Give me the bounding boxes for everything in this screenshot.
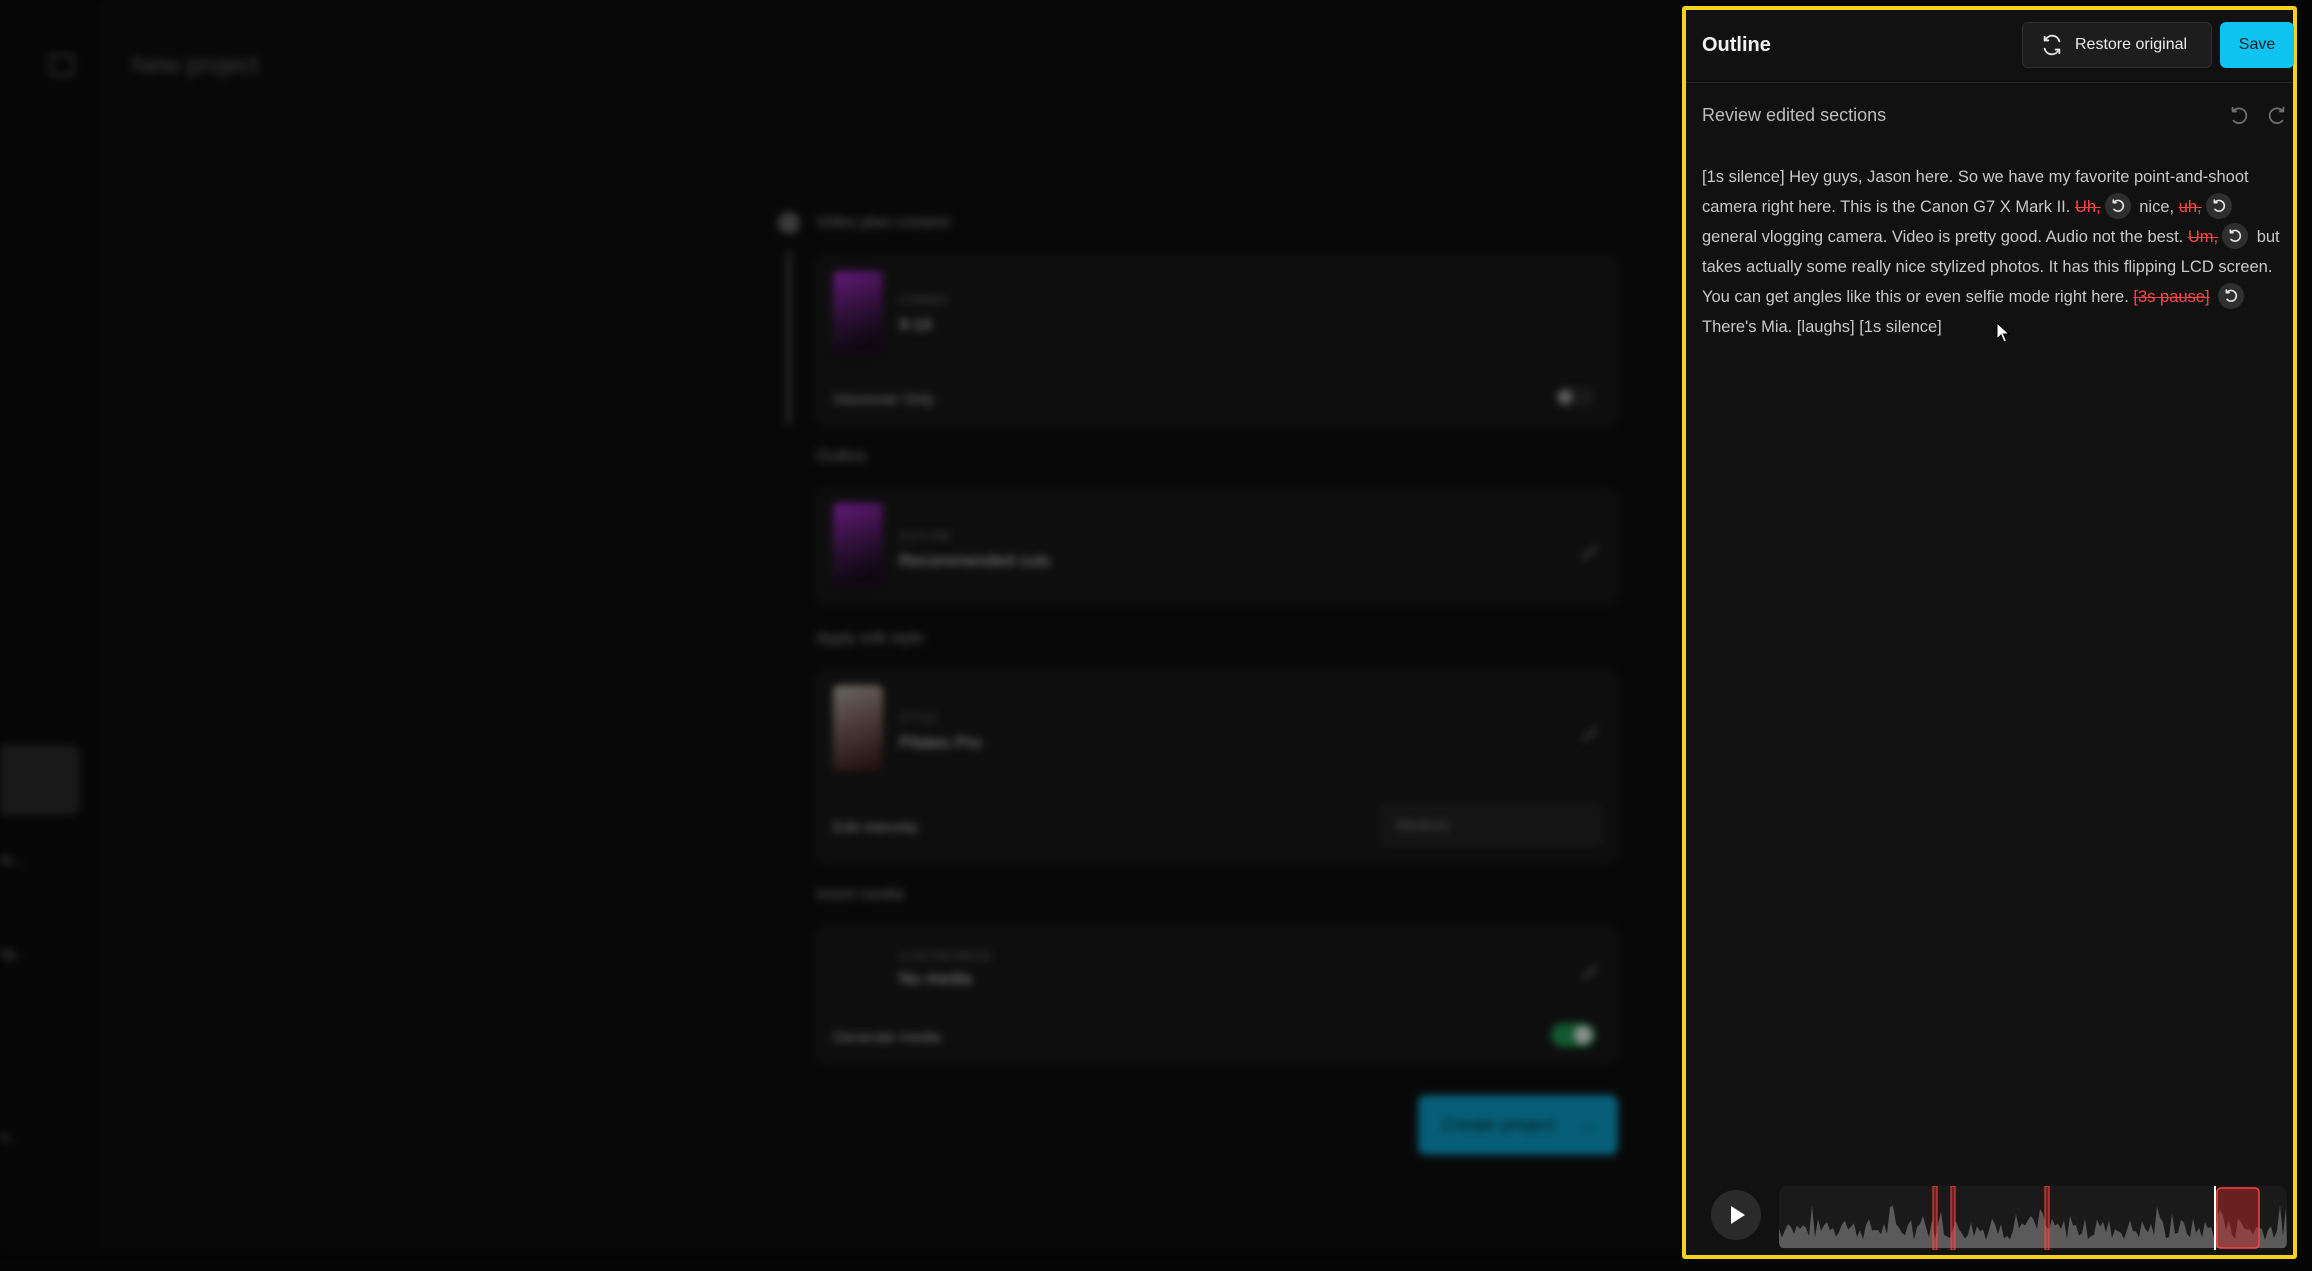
main-content: [100, 0, 1682, 1250]
undo-icon: [2213, 198, 2225, 212]
card-row-label: Voiceover Only: [833, 391, 934, 408]
media-card: CUSTOM MEDIA No media Generate media: [816, 926, 1618, 1062]
card-value: Pilates Pro: [899, 733, 982, 752]
edit-pencil-icon[interactable]: [1570, 531, 1598, 560]
restore-segment-button[interactable]: [2218, 282, 2245, 309]
restore-segment-button[interactable]: [2205, 192, 2232, 219]
removed-pause[interactable]: [3s pause]: [2133, 288, 2209, 306]
removed-filler-word[interactable]: Um,: [2188, 228, 2218, 246]
card-key: FORMAT: [899, 293, 949, 307]
undo-icon: [2225, 288, 2238, 302]
cut-region[interactable]: [2216, 1187, 2260, 1249]
cut-marker[interactable]: [2044, 1186, 2050, 1250]
card-value: Recommended cuts: [899, 551, 1051, 570]
card-key: CUSTOM MEDIA: [899, 949, 993, 963]
card-key: OUTLINE: [899, 529, 952, 543]
transcript-text: [1s silence] Hey guys, Jason here. So we…: [1702, 162, 2292, 342]
play-button[interactable]: [1711, 1190, 1761, 1240]
undo-icon[interactable]: [2228, 105, 2250, 127]
restore-original-label: Restore original: [2075, 36, 2188, 53]
redo-icon[interactable]: [2266, 105, 2288, 127]
waveform-shape: [1779, 1204, 2287, 1248]
step-check-icon: [778, 212, 800, 234]
step-label: Apply edit style: [816, 630, 924, 647]
outline-card: OUTLINE Recommended cuts: [816, 490, 1618, 604]
step-connector: [787, 252, 791, 424]
step-label: Outline: [816, 448, 867, 465]
create-project-button[interactable]: Create project →: [1418, 1095, 1618, 1155]
step-label: Insert media: [816, 886, 905, 903]
sidebar-item-label[interactable]: lo...: [0, 852, 26, 870]
sidebar-item-label[interactable]: rg...: [0, 945, 28, 963]
edit-pencil-icon[interactable]: [1570, 713, 1598, 742]
page-title: New project: [132, 52, 259, 79]
refresh-icon: [2043, 34, 2061, 56]
restore-segment-button[interactable]: [2222, 222, 2249, 249]
transcript-segment: general vlogging camera. Video is pretty…: [1702, 228, 2184, 246]
restore-original-button[interactable]: Restore original: [2022, 22, 2212, 68]
video-thumbnail: [833, 271, 883, 357]
card-key: STYLE: [899, 711, 938, 725]
mouse-cursor-icon: [1996, 322, 2011, 343]
undo-icon: [2229, 228, 2242, 242]
undo-icon: [2112, 198, 2124, 212]
removed-filler-word[interactable]: uh,: [2179, 198, 2202, 216]
arrow-right-icon: →: [1578, 1115, 1596, 1135]
edit-pencil-icon[interactable]: [1570, 951, 1598, 980]
card-value: 9:16: [899, 315, 933, 334]
save-button[interactable]: Save: [2220, 22, 2294, 68]
video-thumbnail: [833, 503, 883, 589]
sidebar: lo... rg... s...: [0, 0, 101, 1250]
edit-intensity-select[interactable]: Medium: [1381, 805, 1601, 845]
style-thumbnail: [833, 685, 883, 771]
panel-header: Outline Restore original Save: [1686, 10, 2294, 83]
outline-panel: Outline Restore original Save Review edi…: [1682, 6, 2297, 1259]
voiceover-toggle[interactable]: [1555, 387, 1595, 407]
audio-waveform-scrubber[interactable]: [1779, 1186, 2287, 1250]
card-value: No media: [899, 969, 972, 988]
transcript-segment: nice,: [2139, 198, 2175, 216]
transcript-segment: There's Mia. [laughs] [1s silence]: [1702, 318, 1942, 336]
waveform-graphic: [1779, 1186, 2287, 1250]
panel-title: Outline: [1702, 34, 1771, 56]
sidebar-active-item[interactable]: [0, 745, 80, 815]
card-row-label: Generate media: [833, 1029, 941, 1046]
format-card: FORMAT 9:16 Voiceover Only: [816, 256, 1618, 426]
sidebar-item-label[interactable]: s...: [0, 1128, 21, 1146]
card-row-label: Edit intensity: [833, 819, 919, 836]
style-card: STYLE Pilates Pro Edit intensity Medium: [816, 670, 1618, 862]
cut-marker[interactable]: [1950, 1186, 1956, 1250]
create-project-label: Create project: [1442, 1115, 1556, 1135]
sidebar-collapse-icon[interactable]: [50, 54, 74, 76]
step-label: Video plan created: [816, 214, 950, 231]
restore-segment-button[interactable]: [2104, 192, 2131, 219]
removed-filler-word[interactable]: Uh,: [2075, 198, 2101, 216]
cut-marker[interactable]: [1932, 1186, 1938, 1250]
playhead[interactable]: [2214, 1186, 2216, 1250]
background-app: lo... rg... s... New project Video plan …: [0, 0, 1682, 1271]
review-edited-sections-label: Review edited sections: [1702, 105, 1887, 125]
generate-media-toggle[interactable]: [1551, 1023, 1595, 1047]
review-row: Review edited sections: [1686, 83, 2293, 143]
